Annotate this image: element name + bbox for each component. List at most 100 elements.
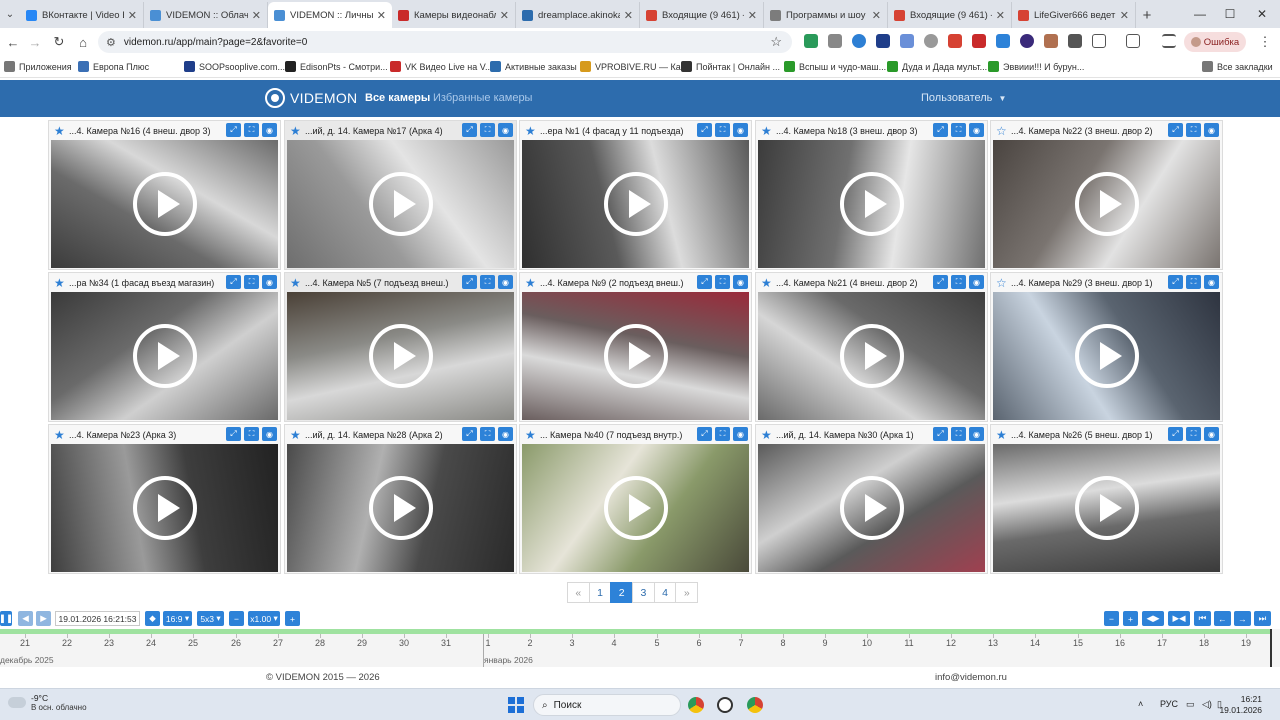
close-tab-icon[interactable]: ✕ bbox=[872, 9, 881, 22]
snapshot-camera-icon[interactable]: ◉ bbox=[1204, 123, 1219, 137]
timeline-datetime-field[interactable]: 19.01.2026 16:21:53 bbox=[55, 611, 140, 626]
nav-all-cameras[interactable]: Все камеры bbox=[365, 92, 430, 104]
snapshot-camera-icon[interactable]: ◉ bbox=[969, 427, 984, 441]
star-filled-icon[interactable]: ★ bbox=[525, 124, 537, 138]
page-3[interactable]: 3 bbox=[632, 582, 655, 603]
screenshot-icon[interactable] bbox=[1126, 34, 1140, 48]
bookmark-item[interactable]: VK Видео Live на V... bbox=[390, 61, 492, 72]
forward-icon[interactable]: → bbox=[23, 30, 47, 54]
camera-tile[interactable]: ★ ...4. Камера №23 (Арка 3) ⤢ ⛶ ◉ bbox=[48, 424, 281, 574]
star-filled-icon[interactable]: ★ bbox=[996, 428, 1008, 442]
play-icon[interactable] bbox=[132, 172, 197, 236]
bookmark-item[interactable]: VPROBIVE.RU — Ка... bbox=[580, 61, 688, 72]
fullscreen-icon[interactable]: ⛶ bbox=[244, 275, 259, 289]
star-filled-icon[interactable]: ★ bbox=[54, 428, 66, 442]
close-tab-icon[interactable]: ✕ bbox=[748, 9, 757, 22]
camera-preview[interactable] bbox=[51, 444, 278, 572]
bookmark-item[interactable]: Пойнтак | Онлайн ... bbox=[681, 61, 780, 72]
close-tab-icon[interactable]: ✕ bbox=[252, 9, 261, 22]
close-tab-icon[interactable]: ✕ bbox=[996, 9, 1005, 22]
play-icon[interactable] bbox=[839, 172, 904, 236]
extension-icon[interactable] bbox=[948, 34, 962, 48]
star-filled-icon[interactable]: ★ bbox=[54, 276, 66, 290]
minimize-button[interactable]: — bbox=[1184, 0, 1216, 28]
camera-preview[interactable] bbox=[522, 140, 749, 268]
camera-tile[interactable]: ★... Камера №40 (7 подъезд внутр.) ⤢ ⛶ ◉ bbox=[519, 424, 752, 574]
timeline-expand-icon[interactable]: ◀▶ bbox=[1142, 611, 1164, 626]
fullscreen-icon[interactable]: ⛶ bbox=[715, 123, 730, 137]
user-menu-dropdown[interactable]: Пользователь ▼ bbox=[921, 92, 1006, 104]
calendar-icon[interactable]: ◆ bbox=[145, 611, 160, 626]
expand-icon[interactable]: ⤢ bbox=[462, 427, 477, 441]
camera-tile[interactable]: ★ ...ра №34 (1 фасад въезд магазин) ⤢ ⛶ ◉ bbox=[48, 272, 281, 422]
reload-icon[interactable]: ↻ bbox=[47, 30, 71, 54]
camera-preview[interactable] bbox=[758, 140, 985, 268]
bookmark-item[interactable]: Активные заказы bbox=[490, 61, 577, 72]
step-forward-icon[interactable]: ▶ bbox=[36, 611, 51, 626]
zoom-out-icon[interactable]: − bbox=[229, 611, 244, 626]
back-icon[interactable]: ← bbox=[1, 30, 25, 54]
play-icon[interactable] bbox=[839, 324, 904, 388]
fullscreen-icon[interactable]: ⛶ bbox=[1186, 427, 1201, 441]
bookmark-item[interactable]: Дуда и Дада мульт... bbox=[887, 61, 987, 72]
play-icon[interactable] bbox=[368, 476, 433, 540]
browser-menu-icon[interactable]: ⋮ bbox=[1253, 30, 1277, 54]
fullscreen-icon[interactable]: ⛶ bbox=[480, 123, 495, 137]
page-4[interactable]: 4 bbox=[653, 582, 677, 603]
url-bar[interactable]: ⚙ videmon.ru/app/main?page=2&favorite=0 … bbox=[98, 31, 792, 53]
browser-tab[interactable]: VIDEMON :: Личный ... ✕ bbox=[268, 2, 392, 28]
snapshot-camera-icon[interactable]: ◉ bbox=[1204, 427, 1219, 441]
taskbar-search[interactable]: ⌕ Поиск bbox=[533, 694, 681, 716]
camera-preview[interactable] bbox=[51, 292, 278, 420]
snapshot-camera-icon[interactable]: ◉ bbox=[733, 427, 748, 441]
maximize-button[interactable]: ☐ bbox=[1214, 0, 1246, 28]
play-icon[interactable] bbox=[1074, 324, 1139, 388]
page-prev[interactable]: « bbox=[567, 582, 590, 603]
expand-icon[interactable]: ⤢ bbox=[933, 427, 948, 441]
fullscreen-icon[interactable]: ⛶ bbox=[244, 123, 259, 137]
bookmark-item[interactable]: Все закладки bbox=[1202, 61, 1273, 72]
expand-icon[interactable]: ⤢ bbox=[697, 123, 712, 137]
snapshot-camera-icon[interactable]: ◉ bbox=[969, 123, 984, 137]
bookmark-item[interactable]: Эввиии!!! И бурун... bbox=[988, 61, 1084, 72]
chrome-taskbar-icon[interactable] bbox=[688, 697, 704, 713]
expand-icon[interactable]: ⤢ bbox=[462, 123, 477, 137]
browser-tab[interactable]: Камеры видеонаблю... ✕ bbox=[392, 2, 516, 28]
expand-icon[interactable]: ⤢ bbox=[226, 123, 241, 137]
fullscreen-icon[interactable]: ⛶ bbox=[715, 427, 730, 441]
camera-tile[interactable]: ★ ...ера №1 (4 фасад у 11 подъезда) ⤢ ⛶ ◉ bbox=[519, 120, 752, 270]
star-filled-icon[interactable]: ★ bbox=[525, 276, 537, 290]
zoom-level-select[interactable]: x1.00 ▾ bbox=[248, 611, 280, 626]
play-icon[interactable] bbox=[603, 324, 668, 388]
new-tab-button[interactable]: + bbox=[1136, 2, 1158, 28]
camera-tile[interactable]: ★ ...ий, д. 14. Камера №17 (Арка 4) ⤢ ⛶ ◉ bbox=[284, 120, 517, 270]
play-icon[interactable] bbox=[1074, 476, 1139, 540]
page-next[interactable]: » bbox=[675, 582, 699, 603]
close-tab-icon[interactable]: ✕ bbox=[500, 9, 509, 22]
layout-select[interactable]: 5x3 ▾ bbox=[197, 611, 224, 626]
extension-icon[interactable] bbox=[900, 34, 914, 48]
bookmark-star-icon[interactable]: ☆ bbox=[770, 34, 782, 50]
expand-icon[interactable]: ⤢ bbox=[1168, 275, 1183, 289]
browser-tab[interactable]: VIDEMON :: Облачн... ✕ bbox=[144, 2, 268, 28]
timeline-collapse-icon[interactable]: ▶◀ bbox=[1168, 611, 1190, 626]
expand-icon[interactable]: ⤢ bbox=[933, 123, 948, 137]
extension-icon[interactable] bbox=[1068, 34, 1082, 48]
bookmark-item[interactable]: Приложения bbox=[4, 61, 72, 72]
tab-search-icon[interactable]: ⌄ bbox=[0, 0, 20, 28]
videmon-logo[interactable]: VIDEMON bbox=[265, 88, 357, 108]
star-outline-icon[interactable]: ☆ bbox=[996, 124, 1008, 138]
browser-tab[interactable]: ВКонтакте | Video Ex... ✕ bbox=[20, 2, 144, 28]
extensions-puzzle-icon[interactable] bbox=[1092, 34, 1106, 48]
camera-tile[interactable]: ★ ...ий, д. 14. Камера №30 (Арка 1) ⤢ ⛶ ◉ bbox=[755, 424, 988, 574]
play-icon[interactable] bbox=[368, 172, 433, 236]
camera-tile[interactable]: ★ ...4. Камера №18 (3 внеш. двор 3) ⤢ ⛶ ◉ bbox=[755, 120, 988, 270]
expand-icon[interactable]: ⤢ bbox=[1168, 427, 1183, 441]
extension-icon[interactable] bbox=[924, 34, 938, 48]
volume-icon[interactable]: ◁) bbox=[1202, 699, 1212, 710]
page-1[interactable]: 1 bbox=[588, 582, 612, 603]
fullscreen-icon[interactable]: ⛶ bbox=[244, 427, 259, 441]
extension-icon[interactable] bbox=[1020, 34, 1034, 48]
windows-start-icon[interactable] bbox=[508, 697, 524, 713]
star-filled-icon[interactable]: ★ bbox=[761, 276, 773, 290]
